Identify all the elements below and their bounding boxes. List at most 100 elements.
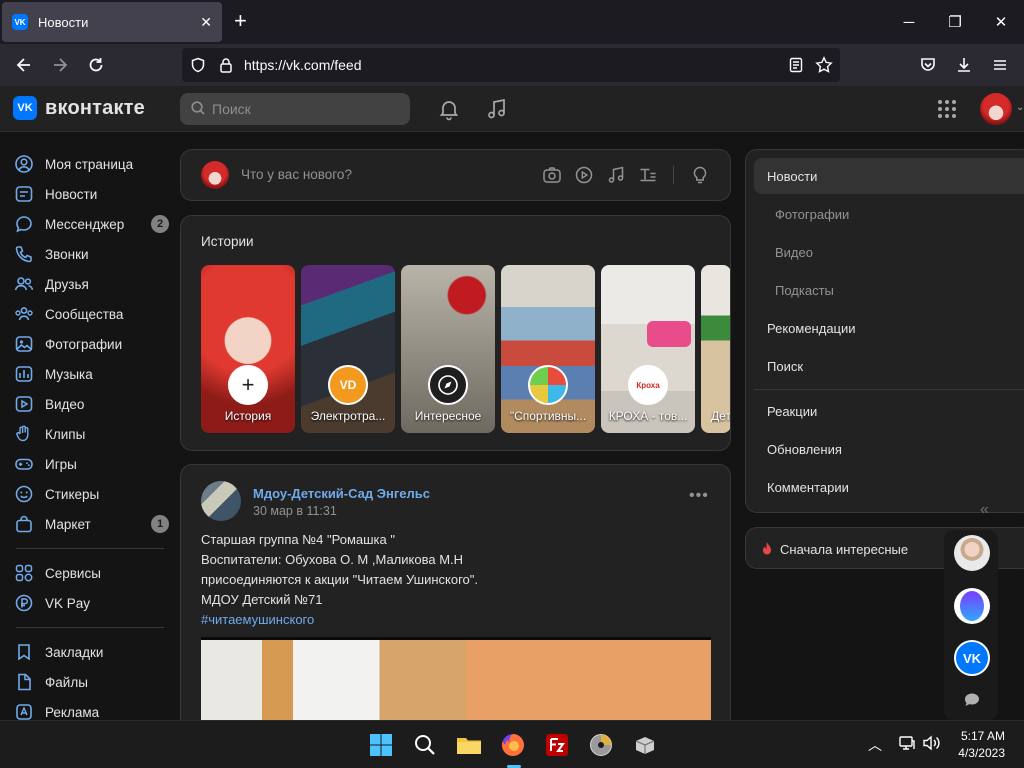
gamepad-icon [15,458,33,470]
sidebar-item-services[interactable]: Сервисы [14,559,169,587]
notifications-bell-icon[interactable] [437,97,461,121]
search-box[interactable] [180,93,410,125]
story-card[interactable]: VD Электротра... [301,265,395,433]
forward-arrow-icon[interactable] [49,54,71,76]
hamburger-menu-icon[interactable] [989,54,1011,76]
menu-item-news[interactable]: Новости [767,169,817,184]
photo-icon [15,336,33,352]
sidebar-item-communities[interactable]: Сообщества [14,300,169,328]
lightbulb-icon[interactable] [690,165,710,185]
sidebar-item-photos[interactable]: Фотографии [14,330,169,358]
taskbar-search-icon[interactable] [411,731,439,759]
story-card[interactable]: Дет... [701,265,730,433]
add-story-plus-icon[interactable]: + [228,365,268,405]
file-explorer-icon[interactable] [455,731,483,759]
speaker-volume-icon[interactable] [922,734,942,755]
sidebar-item-clips[interactable]: Клипы [14,420,169,448]
bookmark-star-icon[interactable] [814,55,834,75]
shield-icon[interactable] [188,55,208,75]
sidebar-divider [16,548,164,549]
browser-tab[interactable]: VK Новости ✕ [2,2,222,42]
sidebar-item-my-page[interactable]: Моя страница [14,150,169,178]
music-note-icon[interactable] [485,97,509,121]
bookmark-icon [18,644,30,661]
lock-icon[interactable] [216,55,236,75]
vk-messenger-icon[interactable]: VK [954,640,990,676]
sidebar-item-bookmarks[interactable]: Закладки [14,638,169,666]
menu-item-search[interactable]: Поиск [767,359,803,374]
video-play-icon[interactable] [574,165,594,185]
menu-subitem-podcasts[interactable]: Подкасты [775,283,834,298]
sidebar-item-messenger[interactable]: Мессенджер 2 [14,210,169,238]
menu-subitem-photos[interactable]: Фотографии [775,207,849,222]
contact-avatar[interactable] [954,535,990,571]
tab-close-icon[interactable]: ✕ [200,14,212,31]
story-label: Интересное [414,409,482,423]
post-author-link[interactable]: Мдоу-Детский-Сад Энгельс [253,486,430,501]
filezilla-icon[interactable] [543,731,571,759]
sidebar-item-vkpay[interactable]: VK Pay [14,589,169,617]
vk-logo-icon[interactable]: VK [13,96,37,120]
alice-assistant-icon[interactable] [954,588,990,624]
window-close-icon[interactable]: ✕ [978,0,1024,44]
network-icon[interactable] [898,734,916,755]
menu-subitem-video[interactable]: Видео [775,245,813,260]
story-card[interactable]: Интересное [401,265,495,433]
download-icon[interactable] [953,54,975,76]
package-box-icon[interactable] [631,731,659,759]
firefox-icon[interactable] [499,731,527,759]
url-bar[interactable]: https://vk.com/feed [182,48,840,82]
more-options-icon[interactable]: ••• [689,487,709,505]
post-author-avatar[interactable] [201,481,241,521]
article-text-icon[interactable] [638,165,658,185]
sidebar-item-market[interactable]: Маркет 1 [14,510,169,538]
sidebar-item-music[interactable]: Музыка [14,360,169,388]
new-tab-plus-icon[interactable]: + [234,10,247,32]
sidebar-item-stickers[interactable]: Стикеры [14,480,169,508]
composer-placeholder[interactable]: Что у вас нового? [241,167,352,182]
sidebar-item-label: VK Pay [45,595,91,611]
reload-icon[interactable] [85,54,107,76]
sidebar-item-label: Моя страница [45,156,134,172]
post-hashtag-link[interactable]: #читаемушинского [201,612,314,627]
restore-icon[interactable]: ❐ [932,0,978,44]
url-text[interactable]: https://vk.com/feed [244,57,362,73]
sidebar-item-files[interactable]: Файлы [14,668,169,696]
sidebar-item-games[interactable]: Игры [14,450,169,478]
profile-avatar[interactable] [980,93,1012,125]
sidebar-item-video[interactable]: Видео [14,390,169,418]
taskbar-clock-time[interactable]: 5:17 AM [955,729,1005,743]
post-text-line: Старшая группа №4 "Ромашка " [201,532,395,547]
sidebar-item-friends[interactable]: Друзья [14,270,169,298]
apps-grid-icon[interactable] [935,97,959,121]
user-circle-icon [15,155,33,173]
menu-item-comments[interactable]: Комментарии [767,480,849,495]
story-card[interactable]: "Спортивны... [501,265,595,433]
music-note-icon[interactable] [606,165,626,185]
chevron-down-icon[interactable]: ⌄ [1016,102,1024,113]
tray-chevron-up-icon[interactable]: ︿ [868,735,882,755]
sidebar-item-calls[interactable]: Звонки [14,240,169,268]
pocket-icon[interactable] [917,54,939,76]
menu-item-recommendations[interactable]: Рекомендации [767,321,856,336]
post-date[interactable]: 30 мар в 11:31 [253,504,337,518]
disc-burner-icon[interactable] [587,731,615,759]
cashback-promo-sticker [647,321,691,347]
ads-icon [16,704,32,720]
taskbar-clock-date[interactable]: 4/3/2023 [945,746,1005,760]
minimize-icon[interactable]: ─ [886,0,932,44]
post-composer[interactable]: Что у вас нового? [180,149,731,201]
menu-item-updates[interactable]: Обновления [767,442,842,457]
vk-logo-text[interactable]: вконтакте [45,97,145,120]
collapse-double-chevron-icon[interactable]: « [980,501,989,519]
search-input[interactable] [212,99,402,119]
sidebar-item-news[interactable]: Новости [14,180,169,208]
chat-bubble-icon[interactable] [963,692,981,708]
camera-icon[interactable] [542,165,562,185]
reader-view-icon[interactable] [786,55,806,75]
back-arrow-icon[interactable] [13,54,35,76]
story-card[interactable]: + История [201,265,295,433]
story-card[interactable]: Кроха КРОХА - тов... [601,265,695,433]
menu-item-reactions[interactable]: Реакции [767,404,817,419]
windows-start-icon[interactable] [367,731,395,759]
